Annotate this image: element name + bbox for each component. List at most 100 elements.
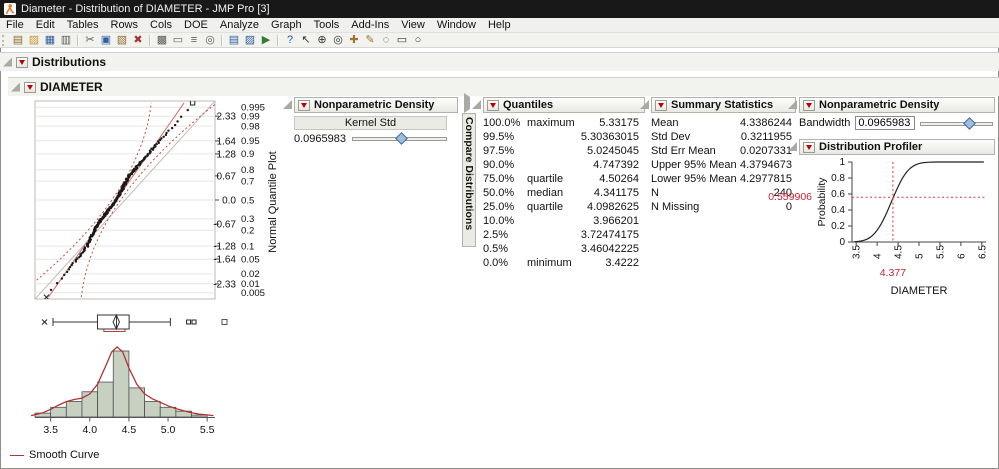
disclosure-triangle-icon[interactable] [640,100,649,109]
clear-icon[interactable]: ✖ [131,34,145,47]
menu-item-doe[interactable]: DOE [178,19,214,31]
quantile-pct: 100.0% [483,117,527,129]
outline-distributions[interactable]: Distributions [0,52,999,71]
menu-item-edit[interactable]: Edit [30,19,61,31]
red-triangle-menu-icon[interactable] [298,100,310,111]
kernel-std-slider[interactable] [352,132,447,145]
rectangle-shape-icon[interactable]: ▭ [395,34,409,47]
histogram-bar[interactable] [82,392,98,417]
kernel-slider-thumb[interactable] [395,132,408,145]
quantiles-row: 97.5%5.0245045 [483,144,641,158]
menu-item-window[interactable]: Window [431,19,482,31]
cut-icon[interactable]: ✂ [83,34,97,47]
svg-text:1.64: 1.64 [217,136,237,147]
grabber-tool-icon[interactable]: ✚ [347,34,361,47]
quantile-value: 4.747392 [579,159,641,171]
menu-item-addins[interactable]: Add-Ins [345,19,395,31]
crosshair-tool-icon[interactable]: ⊕ [315,34,329,47]
histogram-bar[interactable] [145,401,161,417]
svg-text:3.5: 3.5 [43,424,58,436]
oval-shape-icon[interactable]: ○ [411,34,425,47]
panel-nonparametric-density-2: Nonparametric Density Bandwidth [788,97,996,130]
disclosure-triangle-icon[interactable] [11,83,20,92]
outline-diameter[interactable]: DIAMETER [8,77,999,96]
new-script-icon[interactable]: ▤ [227,34,241,47]
disclosure-triangle-collapsed-icon[interactable] [464,93,470,113]
histogram-bar[interactable] [129,388,145,417]
run-script-icon[interactable]: ▶ [259,34,273,47]
summary-value: 4.3386244 [740,117,794,129]
menu-item-graph[interactable]: Graph [265,19,308,31]
bandwidth-slider[interactable] [920,117,993,130]
menu-item-view[interactable]: View [395,19,431,31]
open-script-icon[interactable]: ▨ [243,34,257,47]
menu-item-tools[interactable]: Tools [308,19,346,31]
disclosure-triangle-icon[interactable] [788,100,797,109]
copy-icon[interactable]: ▣ [99,34,113,47]
summary-value: 0.3211955 [741,131,794,143]
print-icon[interactable]: ▥ [59,34,73,47]
search-icon[interactable]: ◎ [203,34,217,47]
open-data-table-icon[interactable]: ▨ [27,34,41,47]
quantile-pct: 25.0% [483,201,527,213]
menu-item-tables[interactable]: Tables [61,19,105,31]
distribution-profiler-plot[interactable]: 00.20.40.60.81Probability0.5599063.544.5… [768,156,994,314]
kernel-std-header: Kernel Std [294,116,447,130]
outline-title: DIAMETER [40,80,103,94]
disclosure-triangle-icon[interactable] [283,100,292,109]
journal-icon[interactable]: ▩ [155,34,169,47]
smooth-curve-swatch [10,455,24,456]
panel-header[interactable]: Distribution Profiler [799,139,995,155]
paste-icon[interactable]: ▧ [115,34,129,47]
red-triangle-menu-icon[interactable] [24,82,36,93]
histogram-bar[interactable] [192,415,208,417]
histogram-bar[interactable] [98,382,114,417]
normal-quantile-plot[interactable]: 2.331.641.280.670.0-0.67-1.28-1.64-2.330… [8,97,292,307]
save-icon[interactable]: ▦ [43,34,57,47]
new-data-table-icon[interactable]: ▤ [11,34,25,47]
histogram[interactable]: 3.54.04.55.05.5 [8,337,292,445]
menu-item-help[interactable]: Help [482,19,517,31]
histogram-bar[interactable] [160,407,176,417]
bandwidth-input[interactable] [855,116,915,130]
red-triangle-menu-icon[interactable] [16,57,28,68]
panel-header[interactable]: Nonparametric Density [799,97,995,113]
window-title: Diameter - Distribution of DIAMETER - JM… [21,3,270,15]
profiler-y-value: 0.559906 [768,191,812,203]
panel-header[interactable]: Quantiles [483,97,645,113]
menu-item-analyze[interactable]: Analyze [214,19,265,31]
outlier-box-plot[interactable] [8,307,292,337]
data-filter-icon[interactable]: ≡ [187,34,201,47]
quantile-pct: 0.0% [483,257,527,269]
layout-icon[interactable]: ▭ [171,34,185,47]
histogram-bar[interactable] [66,401,82,417]
red-triangle-menu-icon[interactable] [655,100,667,111]
help-icon[interactable]: ? [283,34,297,47]
menu-item-file[interactable]: File [0,19,30,31]
disclosure-triangle-icon[interactable] [3,58,12,67]
panel-header[interactable]: Summary Statistics [651,97,796,113]
bandwidth-slider-thumb[interactable] [964,117,977,130]
menu-item-rows[interactable]: Rows [105,19,145,31]
profiler-y-axis-title: Probability [816,177,828,227]
quantile-value: 4.341175 [579,187,641,199]
disclosure-triangle-icon[interactable] [472,100,481,109]
menu-item-cols[interactable]: Cols [144,19,178,31]
svg-text:0.2: 0.2 [241,226,254,237]
svg-text:2.33: 2.33 [217,112,237,123]
quantile-label: median [527,187,579,199]
lasso-tool-icon[interactable]: ◌ [379,34,393,47]
panel-header[interactable]: Nonparametric Density [294,97,458,113]
red-triangle-menu-icon[interactable] [487,100,499,111]
svg-text:-0.67: -0.67 [213,220,236,231]
red-triangle-menu-icon[interactable] [803,142,815,153]
svg-text:-2.33: -2.33 [213,279,236,290]
red-triangle-menu-icon[interactable] [803,100,815,111]
slider-track [920,122,993,126]
arrow-tool-icon[interactable]: ↖ [299,34,313,47]
zoom-tool-icon[interactable]: ◎ [331,34,345,47]
toolbar-separator [149,35,151,46]
brush-tool-icon[interactable]: ✎ [363,34,377,47]
quantile-pct: 50.0% [483,187,527,199]
disclosure-triangle-icon[interactable] [788,142,797,151]
